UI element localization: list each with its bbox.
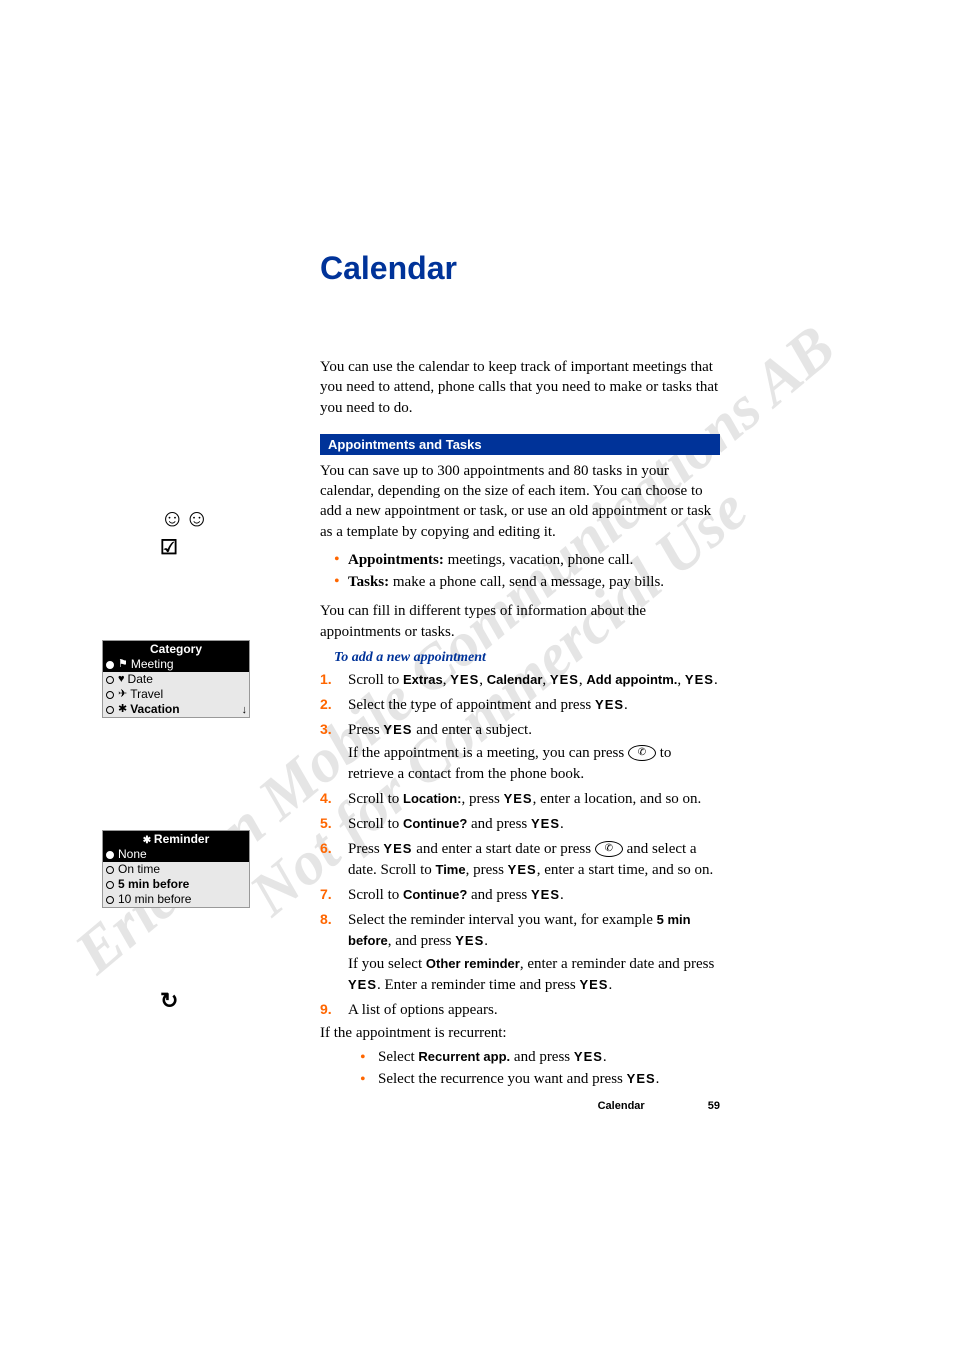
page-footer: Calendar 59: [320, 1100, 720, 1112]
section-heading: Appointments and Tasks: [320, 434, 720, 455]
step-2: Select the type of appointment and press…: [320, 695, 720, 716]
step-6: Press YES and enter a start date or pres…: [320, 839, 720, 881]
step-8: Select the reminder interval you want, f…: [320, 910, 720, 996]
steps-list: Scroll to Extras, YES, Calendar, YES, Ad…: [320, 670, 720, 1021]
step-1: Scroll to Extras, YES, Calendar, YES, Ad…: [320, 670, 720, 691]
recurrent-bullet-1: Select Recurrent app. and press YES.: [360, 1046, 720, 1069]
reminder-item: None: [103, 847, 249, 862]
category-screen: Category ⚑Meeting ♥Date ✈Travel ✱Vacatio…: [102, 640, 250, 718]
intro-text: You can use the calendar to keep track o…: [320, 357, 720, 418]
reminder-screen: Reminder None On time 5 min before 10 mi…: [102, 830, 250, 908]
footer-label: Calendar: [598, 1100, 645, 1112]
howto-heading: To add a new appointment: [334, 650, 720, 666]
recurrent-bullet-2: Select the recurrence you want and press…: [360, 1068, 720, 1091]
page-title: Calendar: [320, 250, 720, 287]
reminder-header: Reminder: [103, 831, 249, 847]
reminder-item: 10 min before: [103, 892, 249, 907]
category-item: ✈Travel: [103, 687, 249, 702]
step-7: Scroll to Continue? and press YES.: [320, 885, 720, 906]
phonebook-button-icon: ✆: [595, 841, 623, 857]
category-item: ♥Date: [103, 672, 249, 687]
recurrent-icon: ↻: [160, 988, 178, 1014]
section-body: You can save up to 300 appointments and …: [320, 461, 720, 542]
page-number: 59: [708, 1100, 720, 1112]
step-9: A list of options appears.: [320, 1000, 720, 1021]
bullet-tasks: Tasks: make a phone call, send a message…: [334, 572, 720, 594]
phonebook-button-icon: ✆: [628, 745, 656, 761]
section-tail: You can fill in different types of infor…: [320, 601, 720, 642]
checkbox-icon: ☑: [160, 535, 178, 560]
recurrent-intro: If the appointment is recurrent:: [320, 1025, 720, 1042]
step-5: Scroll to Continue? and press YES.: [320, 814, 720, 835]
reminder-item: 5 min before: [103, 877, 249, 892]
step-3: Press YES and enter a subject. If the ap…: [320, 720, 720, 785]
category-item: ⚑Meeting: [103, 657, 249, 672]
people-icon: ☺☺: [160, 505, 209, 533]
step-4: Scroll to Location:, press YES, enter a …: [320, 789, 720, 810]
main-content: Calendar You can use the calendar to kee…: [320, 250, 720, 1091]
reminder-item: On time: [103, 862, 249, 877]
category-header: Category: [103, 641, 249, 657]
category-item: ✱Vacation: [103, 702, 249, 717]
bullet-appointments: Appointments: meetings, vacation, phone …: [334, 550, 720, 572]
